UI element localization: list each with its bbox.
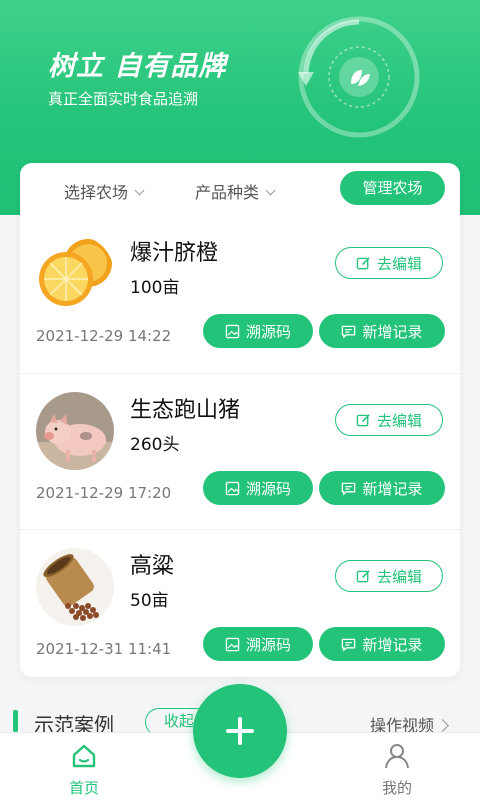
edit-button[interactable]: 去编辑 [335,560,443,592]
add-button[interactable] [193,684,287,778]
tab-home[interactable]: 首页 [34,733,134,801]
edit-icon [356,569,370,582]
trace-code-button[interactable]: 溯源码 [203,314,313,348]
add-record-button[interactable]: 新增记录 [319,471,445,505]
farm-filter[interactable]: 选择农场 [64,179,145,203]
tab-me-label: 我的 [381,779,412,797]
hero-subtitle: 真正全面实时食品追溯 [48,90,199,108]
list-item: 生态跑山猪 260头 去编辑 2021-12-29 17:20 溯源码 新增记录 [20,373,460,530]
trace-code-button[interactable]: 溯源码 [203,627,313,661]
trace-code-label: 溯源码 [245,322,291,341]
product-name: 爆汁脐橙 [130,241,219,266]
add-record-label: 新增记录 [362,479,423,498]
message-icon [342,482,356,496]
category-filter[interactable]: 产品种类 [195,179,276,203]
farm-filter-label: 选择农场 [64,183,129,202]
manage-farm-button[interactable]: 管理农场 [340,171,445,205]
edit-label: 去编辑 [376,411,422,430]
edit-button[interactable]: 去编辑 [335,404,443,436]
tab-home-label: 首页 [68,779,99,797]
product-quantity: 260头 [130,435,180,455]
edit-button[interactable]: 去编辑 [335,247,443,279]
product-name: 高粱 [130,554,175,579]
chevron-down-icon [134,185,145,196]
leaf-icon [298,16,420,138]
timestamp: 2021-12-31 11:41 [36,640,172,658]
edit-icon [356,256,370,269]
product-name: 生态跑山猪 [130,398,241,423]
category-filter-label: 产品种类 [195,183,260,202]
edit-icon [356,413,370,426]
timestamp: 2021-12-29 14:22 [36,327,172,345]
timestamp: 2021-12-29 17:20 [36,484,172,502]
tab-me[interactable]: 我的 [347,733,447,801]
message-icon [342,638,356,652]
product-quantity: 100亩 [130,278,180,298]
filter-bar: 选择农场 产品种类 管理农场 [20,163,460,217]
chevron-right-icon [436,719,449,732]
home-icon [72,744,96,768]
add-record-label: 新增记录 [362,322,423,341]
image-icon [225,324,240,338]
list-item: 高粱 50亩 去编辑 2021-12-31 11:41 溯源码 新增记录 [20,529,460,686]
message-icon [342,325,356,339]
user-icon [385,744,409,769]
hero-title: 树立 自有品牌 [48,51,227,82]
list-item: 爆汁脐橙 100亩 去编辑 2021-12-29 14:22 溯源码 新增记录 [20,217,460,373]
add-record-button[interactable]: 新增记录 [319,627,445,661]
sorghum-photo [36,548,114,626]
image-icon [225,481,240,495]
orange-photo [36,235,114,313]
trace-code-label: 溯源码 [245,635,291,654]
edit-label: 去编辑 [376,567,422,586]
add-record-label: 新增记录 [362,635,423,654]
trace-code-label: 溯源码 [245,479,291,498]
product-card: 选择农场 产品种类 管理农场 爆汁脐橙 100亩 去编辑 2021-12-29 … [20,163,460,677]
section-marker [13,710,18,732]
edit-label: 去编辑 [376,254,422,273]
image-icon [225,637,240,651]
trace-code-button[interactable]: 溯源码 [203,471,313,505]
add-record-button[interactable]: 新增记录 [319,314,445,348]
chevron-down-icon [265,185,276,196]
product-quantity: 50亩 [130,591,169,611]
piglet-photo [36,392,114,470]
